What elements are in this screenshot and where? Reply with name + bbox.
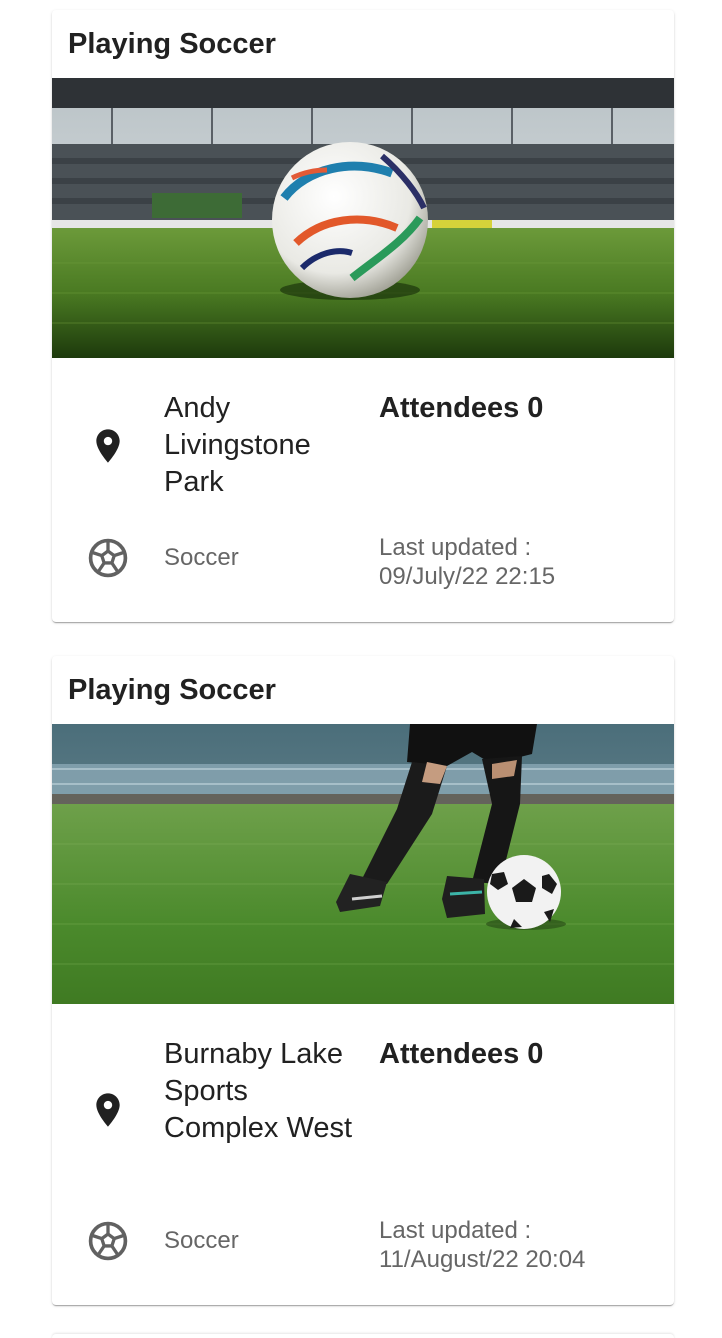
last-updated-value: 11/August/22 20:04 xyxy=(379,1246,586,1273)
next-event-card[interactable] xyxy=(52,1334,674,1338)
sport-label: Soccer xyxy=(164,1227,239,1254)
last-updated: Last updated : 09/July/22 22:15 xyxy=(379,533,555,591)
card-title: Playing Soccer xyxy=(68,674,276,706)
event-card[interactable]: Playing Soccer xyxy=(52,656,674,1305)
card-title: Playing Soccer xyxy=(68,28,276,60)
attendees-count: Attendees 0 xyxy=(379,1038,544,1070)
last-updated-value: 09/July/22 22:15 xyxy=(379,563,556,590)
soccer-ball-icon xyxy=(88,1221,128,1261)
location-name: Burnaby Lake Sports Complex West xyxy=(164,1038,353,1144)
event-photo xyxy=(52,78,674,358)
location-name: Andy Livingstone Park xyxy=(164,392,311,498)
event-photo xyxy=(52,724,674,1004)
location-pin-icon xyxy=(96,1093,120,1127)
last-updated-label: Last updated : xyxy=(379,1217,532,1244)
location-pin-icon xyxy=(96,429,120,463)
attendees-count: Attendees 0 xyxy=(379,392,544,424)
sport-label: Soccer xyxy=(164,544,239,571)
event-card[interactable]: Playing Soccer xyxy=(52,10,674,622)
soccer-ball-icon xyxy=(88,538,128,578)
last-updated-label: Last updated : xyxy=(379,534,532,561)
last-updated: Last updated : 11/August/22 20:04 xyxy=(379,1216,585,1274)
